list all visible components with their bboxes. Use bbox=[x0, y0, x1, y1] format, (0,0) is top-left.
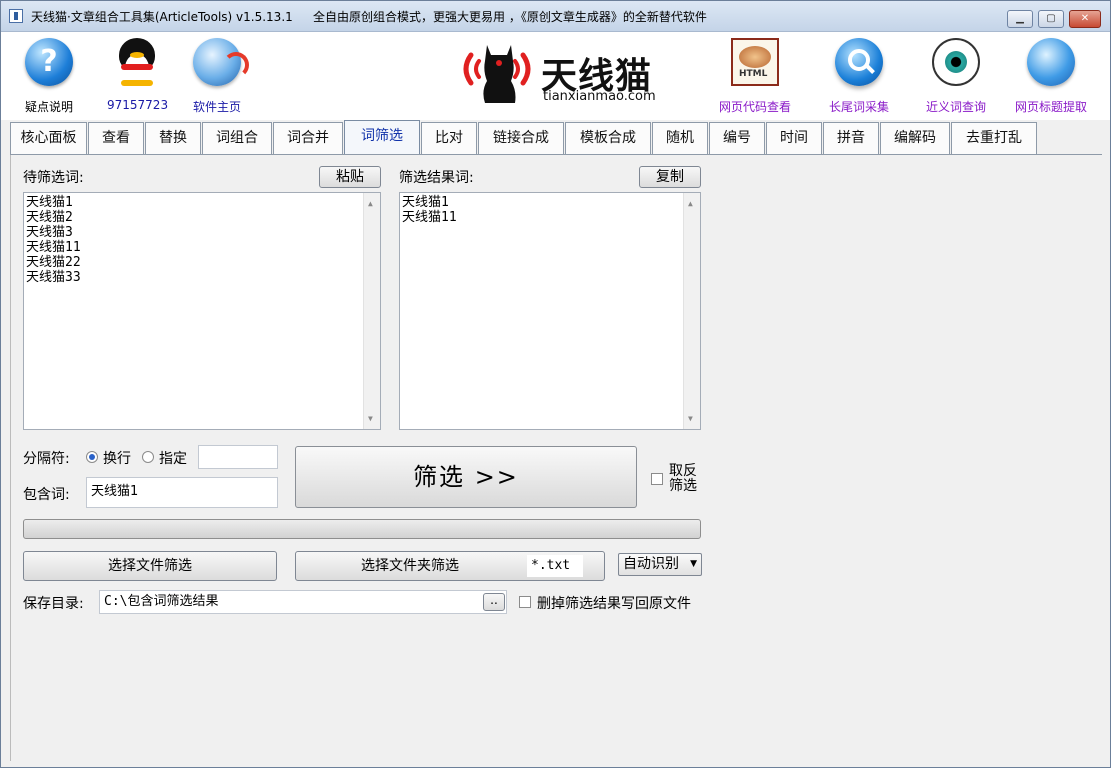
brand-logo: 天线猫 tianxianmao.com bbox=[457, 41, 657, 111]
window-title: 天线猫·文章组合工具集(ArticleTools) v1.5.13.1 bbox=[31, 10, 293, 24]
tab-15[interactable]: 去重打乱 bbox=[951, 122, 1037, 154]
separator-custom-input[interactable] bbox=[198, 445, 278, 469]
help-icon: ? bbox=[25, 38, 73, 86]
tab-1[interactable]: 核心面板 bbox=[10, 122, 87, 154]
encoding-select-value: 自动识别 bbox=[623, 556, 679, 572]
tab-6[interactable]: 词筛选 bbox=[344, 120, 420, 156]
tool-qq-label: 97157723 bbox=[107, 98, 169, 112]
save-dir-input[interactable]: C:\包含词筛选结果 bbox=[99, 590, 507, 614]
tool-homepage[interactable]: 软件主页 bbox=[187, 38, 249, 115]
tab-bar: 核心面板 查看 替换 词组合 词合并 词筛选 比对 链接合成 模板合成 随机 编号 时间 拼音 编解码 去重… bbox=[10, 120, 1110, 156]
tab-11[interactable]: 编号 bbox=[709, 122, 765, 154]
tool-help[interactable]: ? 疑点说明 bbox=[19, 38, 79, 115]
separator-custom-radio[interactable] bbox=[142, 451, 154, 463]
tool-synonym[interactable]: 近义词查询 bbox=[923, 38, 989, 115]
source-line: 天线猫33 bbox=[26, 270, 81, 285]
tab-2[interactable]: 查看 bbox=[88, 122, 144, 154]
tab-8[interactable]: 链接合成 bbox=[478, 122, 564, 154]
tab-7[interactable]: 比对 bbox=[421, 122, 477, 154]
invert-label: 取反 筛选 bbox=[669, 464, 697, 494]
contains-input[interactable]: 天线猫1 bbox=[86, 477, 278, 508]
separator-custom-label: 指定 bbox=[159, 451, 187, 467]
tab-3[interactable]: 替换 bbox=[145, 122, 201, 154]
source-words-textarea[interactable]: 天线猫1 天线猫2 天线猫3 天线猫11 天线猫22 天线猫33 ▲ ▼ bbox=[23, 192, 381, 430]
app-icon bbox=[9, 9, 23, 23]
tool-html-view-label: 网页代码查看 bbox=[718, 100, 791, 114]
web-icon bbox=[1027, 38, 1075, 86]
invert-label-line1: 取反 bbox=[669, 463, 697, 479]
tool-longtail[interactable]: 长尾词采集 bbox=[826, 38, 892, 115]
encoding-select[interactable]: 自动识别 ▼ bbox=[618, 553, 702, 576]
tab-13[interactable]: 拼音 bbox=[823, 122, 879, 154]
html-icon: HTML bbox=[731, 38, 779, 86]
tab-4[interactable]: 词组合 bbox=[202, 122, 272, 154]
invert-label-line2: 筛选 bbox=[669, 478, 697, 494]
logo-domain: tianxianmao.com bbox=[543, 89, 656, 104]
qq-icon bbox=[113, 38, 161, 86]
tab-14[interactable]: 编解码 bbox=[880, 122, 950, 154]
window-slogan: 全自由原创组合模式，更强大更易用 ，《原创文章生成器》的全新替代软件 bbox=[313, 10, 707, 24]
delete-writeback-checkbox[interactable] bbox=[519, 596, 531, 608]
separator-label: 分隔符: bbox=[23, 451, 70, 467]
title-bar: 天线猫·文章组合工具集(ArticleTools) v1.5.13.1 全自由原… bbox=[1, 1, 1110, 32]
progress-bar bbox=[23, 519, 701, 539]
delete-writeback-label: 删掉筛选结果写回原文件 bbox=[537, 596, 691, 612]
app-window: 天线猫·文章组合工具集(ArticleTools) v1.5.13.1 全自由原… bbox=[0, 0, 1111, 768]
minimize-button[interactable]: ▁ bbox=[1007, 10, 1033, 28]
choose-file-button[interactable]: 选择文件筛选 bbox=[23, 551, 277, 581]
close-button[interactable]: ✕ bbox=[1069, 10, 1101, 28]
tool-title-extract[interactable]: 网页标题提取 bbox=[1012, 38, 1090, 115]
invert-checkbox[interactable] bbox=[651, 473, 663, 485]
separator-newline-radio[interactable] bbox=[86, 451, 98, 463]
result-line: 天线猫11 bbox=[402, 210, 457, 225]
contains-label: 包含词: bbox=[23, 487, 70, 503]
tool-homepage-label: 软件主页 bbox=[192, 100, 241, 114]
cat-icon bbox=[483, 45, 516, 103]
paste-button[interactable]: 粘贴 bbox=[319, 166, 381, 188]
result-scrollbar[interactable]: ▲ ▼ bbox=[683, 193, 700, 429]
result-words-label: 筛选结果词: bbox=[399, 170, 474, 186]
tool-qq[interactable]: 97157723 bbox=[107, 38, 169, 112]
source-line: 天线猫3 bbox=[26, 225, 73, 240]
tool-title-extract-label: 网页标题提取 bbox=[1014, 100, 1087, 114]
file-pattern-input[interactable]: *.txt bbox=[527, 555, 583, 577]
tab-10[interactable]: 随机 bbox=[652, 122, 708, 154]
source-line: 天线猫2 bbox=[26, 210, 73, 225]
source-line: 天线猫22 bbox=[26, 255, 81, 270]
source-scrollbar[interactable]: ▲ ▼ bbox=[363, 193, 380, 429]
globe-icon bbox=[193, 38, 249, 86]
maximize-button[interactable]: ▢ bbox=[1038, 10, 1064, 28]
source-words-label: 待筛选词: bbox=[23, 170, 84, 186]
tool-longtail-label: 长尾词采集 bbox=[828, 100, 889, 114]
result-line: 天线猫1 bbox=[402, 195, 449, 210]
tool-synonym-label: 近义词查询 bbox=[925, 100, 986, 114]
eye-icon bbox=[932, 38, 980, 86]
source-line: 天线猫1 bbox=[26, 195, 73, 210]
copy-button[interactable]: 复制 bbox=[639, 166, 701, 188]
save-dir-label: 保存目录: bbox=[23, 596, 84, 612]
source-line: 天线猫11 bbox=[26, 240, 81, 255]
browse-button[interactable]: .. bbox=[483, 593, 505, 611]
chevron-down-icon: ▼ bbox=[690, 559, 697, 569]
tool-help-label: 疑点说明 bbox=[24, 100, 73, 114]
search-icon bbox=[835, 38, 883, 86]
tab-9[interactable]: 模板合成 bbox=[565, 122, 651, 154]
tab-12[interactable]: 时间 bbox=[766, 122, 822, 154]
tab-5[interactable]: 词合并 bbox=[273, 122, 343, 154]
filter-button[interactable]: 筛选 >> bbox=[295, 446, 637, 508]
result-words-textarea[interactable]: 天线猫1 天线猫11 ▲ ▼ bbox=[399, 192, 701, 430]
separator-newline-label: 换行 bbox=[103, 451, 131, 467]
tool-html-view[interactable]: HTML 网页代码查看 bbox=[716, 38, 794, 115]
